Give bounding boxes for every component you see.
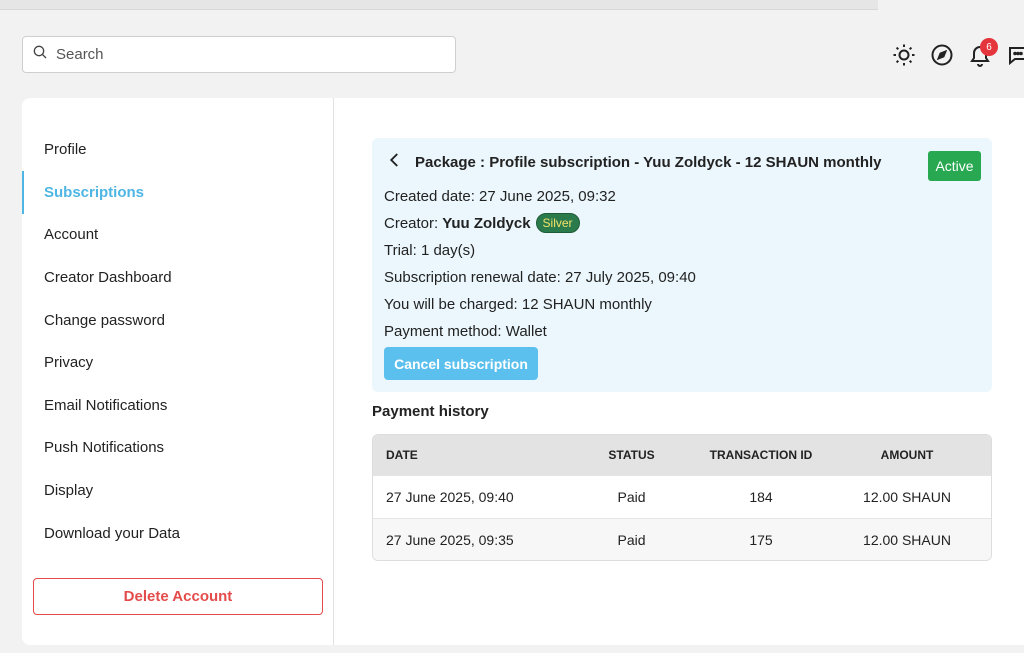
sidebar-item-label: Download your Data (44, 525, 180, 542)
sidebar-item-label: Display (44, 482, 94, 499)
creator-label: Creator: (384, 214, 439, 232)
delete-account-button[interactable]: Delete Account (33, 578, 323, 615)
cell-transaction-id: 184 (749, 489, 773, 505)
sidebar-item-push-notifications[interactable]: Push Notifications (22, 426, 333, 469)
theme-toggle-sun-icon[interactable] (889, 40, 919, 70)
payment-history-table: DATE STATUS TRANSACTION ID AMOUNT 27 Jun… (372, 434, 992, 561)
sidebar-item-change-password[interactable]: Change password (22, 299, 333, 342)
back-chevron-icon[interactable] (386, 151, 404, 174)
created-date: Created date: 27 June 2025, 09:32 (384, 187, 616, 205)
column-header-amount: AMOUNT (880, 448, 934, 462)
header-icons: 6 (889, 38, 1024, 70)
sidebar-item-label: Creator Dashboard (44, 269, 172, 286)
cell-amount: 12.00 SHAUN (863, 532, 951, 548)
cell-amount: 12.00 SHAUN (863, 489, 951, 505)
creator-tier-badge: Silver (535, 213, 580, 233)
notification-count-badge: 6 (980, 38, 998, 56)
table-row: 27 June 2025, 09:35 Paid 175 12.00 SHAUN (373, 518, 991, 560)
sidebar-item-label: Privacy (44, 354, 94, 371)
settings-sidebar: Profile Subscriptions Account Creator Da… (22, 98, 334, 645)
search-bar[interactable] (22, 36, 456, 73)
status-badge: Active (928, 151, 981, 181)
column-header-date: DATE (386, 448, 418, 462)
sidebar-item-profile[interactable]: Profile (22, 128, 333, 171)
sidebar-item-label: Change password (44, 312, 165, 329)
chat-bubble-icon[interactable] (1003, 40, 1024, 70)
table-row: 27 June 2025, 09:40 Paid 184 12.00 SHAUN (373, 475, 991, 518)
column-header-status: STATUS (608, 448, 655, 462)
notifications-bell-icon[interactable]: 6 (965, 38, 998, 70)
sidebar-item-creator-dashboard[interactable]: Creator Dashboard (22, 256, 333, 299)
package-details-panel: Package : Profile subscription - Yuu Zol… (372, 138, 992, 392)
payment-method: Payment method: Wallet (384, 322, 547, 340)
table-header: DATE STATUS TRANSACTION ID AMOUNT (373, 435, 991, 475)
browser-top-strip (0, 0, 878, 10)
sidebar-item-subscriptions[interactable]: Subscriptions (22, 171, 333, 214)
package-title: Package : Profile subscription - Yuu Zol… (415, 153, 882, 171)
trial-info: Trial: 1 day(s) (384, 241, 476, 259)
cell-date: 27 June 2025, 09:40 (386, 489, 514, 505)
sidebar-item-display[interactable]: Display (22, 469, 333, 512)
charge-info: You will be charged: 12 SHAUN monthly (384, 295, 652, 313)
sidebar-item-label: Push Notifications (44, 439, 165, 456)
renewal-date: Subscription renewal date: 27 July 2025,… (384, 268, 696, 286)
creator-name[interactable]: Yuu Zoldyck (442, 215, 530, 232)
sidebar-item-label: Subscriptions (44, 184, 145, 201)
sidebar-item-account[interactable]: Account (22, 213, 333, 256)
search-input[interactable] (56, 46, 436, 63)
settings-card: Profile Subscriptions Account Creator Da… (22, 98, 1024, 645)
creator-line: Creator: Yuu Zoldyck Silver (384, 212, 580, 234)
cell-date: 27 June 2025, 09:35 (386, 532, 514, 548)
search-icon (32, 44, 48, 65)
sidebar-item-label: Profile (44, 141, 87, 158)
sidebar-item-privacy[interactable]: Privacy (22, 341, 333, 384)
sidebar-item-download-data[interactable]: Download your Data (22, 512, 333, 555)
payment-history-title: Payment history (372, 403, 489, 420)
cell-status: Paid (617, 532, 646, 548)
cell-status: Paid (617, 489, 646, 505)
sidebar-item-email-notifications[interactable]: Email Notifications (22, 384, 333, 427)
sidebar-item-label: Account (44, 226, 99, 243)
package-header: Package : Profile subscription - Yuu Zol… (386, 150, 882, 174)
explore-compass-icon[interactable] (927, 40, 957, 70)
cell-transaction-id: 175 (749, 532, 773, 548)
column-header-transaction-id: TRANSACTION ID (709, 448, 813, 462)
sidebar-item-label: Email Notifications (44, 397, 168, 414)
cancel-subscription-button[interactable]: Cancel subscription (384, 347, 538, 380)
